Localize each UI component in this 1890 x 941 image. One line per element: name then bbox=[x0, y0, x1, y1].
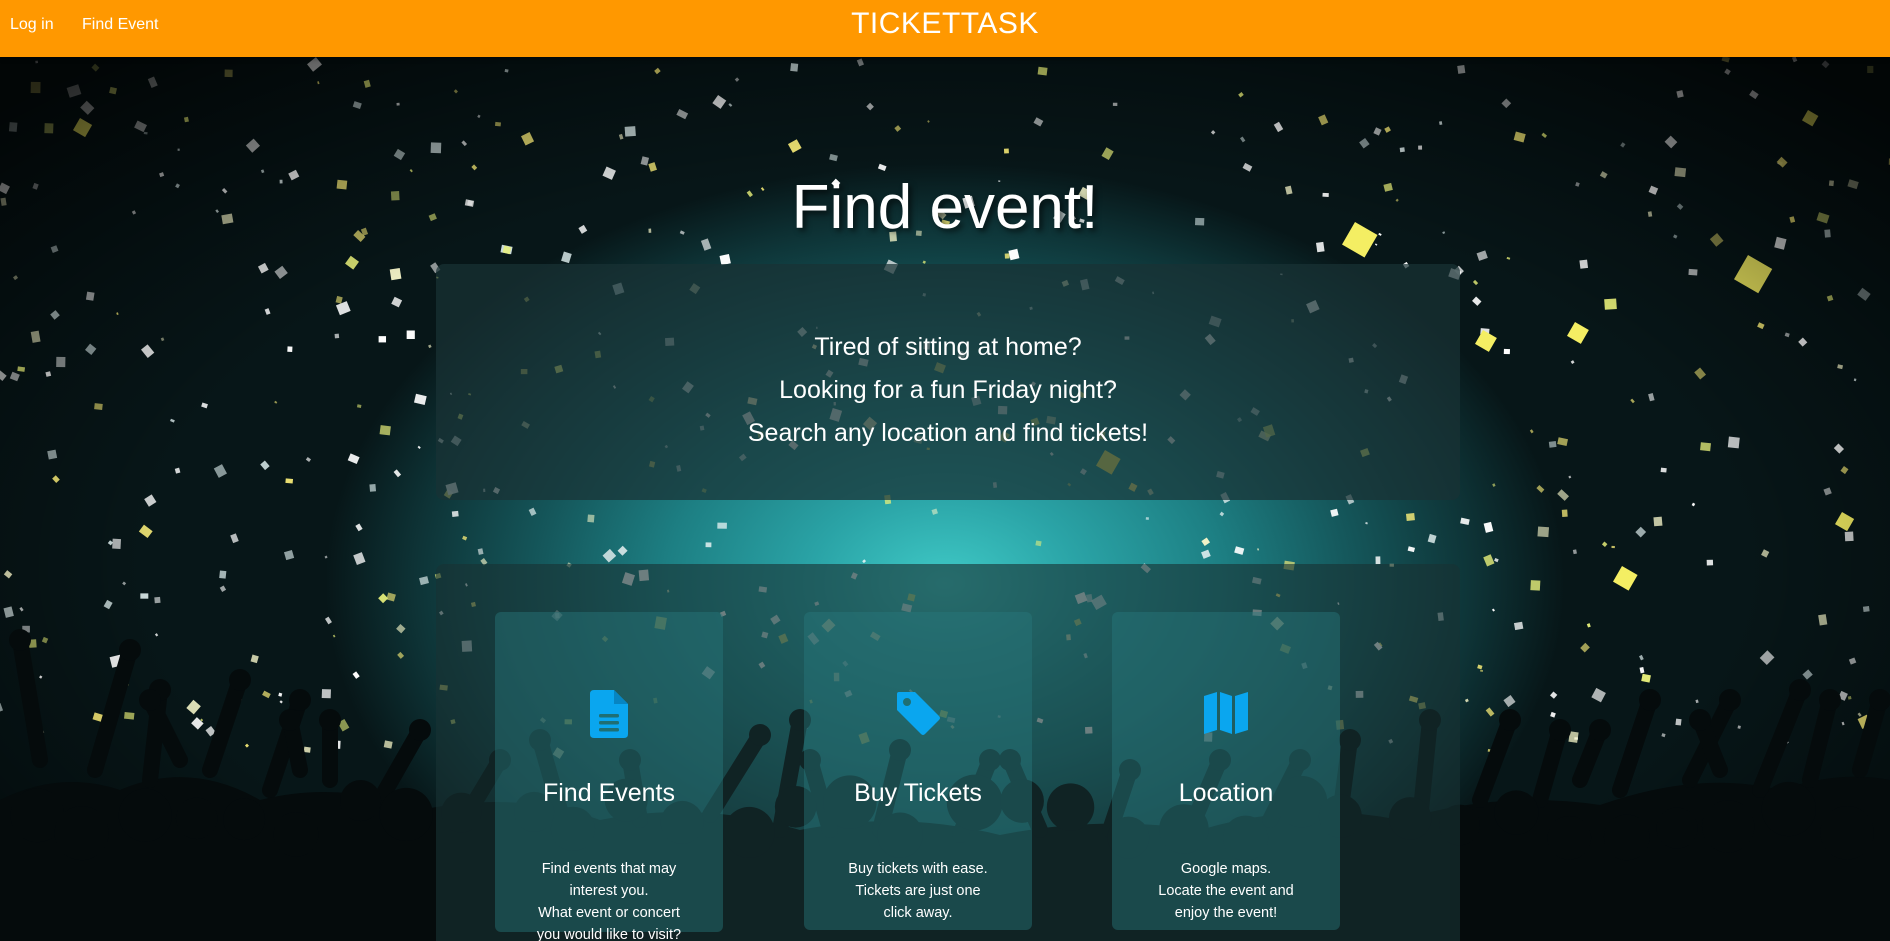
document-icon bbox=[495, 690, 723, 738]
feature-title: Buy Tickets bbox=[854, 779, 982, 807]
brand-title[interactable]: TICKETTASK bbox=[0, 7, 1890, 41]
feature-text-line: Google maps. bbox=[1180, 861, 1272, 877]
feature-card-location: Location Google maps. Locate the event a… bbox=[1112, 612, 1340, 930]
map-icon bbox=[1112, 690, 1340, 738]
feature-text-line: Tickets are just one click away. bbox=[855, 883, 981, 921]
feature-description: Buy tickets with ease. Tickets are just … bbox=[844, 858, 992, 924]
top-navbar: Log in Find Event TICKETTASK bbox=[0, 0, 1890, 57]
feature-title: Location bbox=[1178, 779, 1274, 807]
intro-panel: Tired of sitting at home? Looking for a … bbox=[436, 264, 1460, 500]
page-title: Find event! bbox=[791, 173, 1099, 242]
intro-line: Looking for a fun Friday night? bbox=[779, 376, 1117, 404]
feature-text-line: Locate the event and enjoy the event! bbox=[1158, 883, 1294, 921]
intro-line: Tired of sitting at home? bbox=[814, 333, 1082, 361]
feature-description: Find events that may interest you. What … bbox=[535, 858, 683, 941]
features-panel: Find Events Find events that may interes… bbox=[436, 564, 1460, 941]
feature-card-find-events: Find Events Find events that may interes… bbox=[495, 612, 723, 941]
feature-description: Google maps. Locate the event and enjoy … bbox=[1152, 858, 1300, 924]
feature-text-line: What event or concert you would like to … bbox=[536, 905, 682, 941]
intro-line: Search any location and find tickets! bbox=[747, 419, 1149, 447]
feature-text-line: Buy tickets with ease. bbox=[848, 861, 988, 877]
feature-card-buy-tickets: Buy Tickets Buy tickets with ease. Ticke… bbox=[804, 612, 1032, 930]
feature-title: Find Events bbox=[542, 779, 675, 807]
tag-icon bbox=[804, 690, 1032, 738]
feature-text-line: Find events that may interest you. bbox=[541, 861, 677, 899]
intro-text: Tired of sitting at home? Looking for a … bbox=[436, 326, 1460, 455]
